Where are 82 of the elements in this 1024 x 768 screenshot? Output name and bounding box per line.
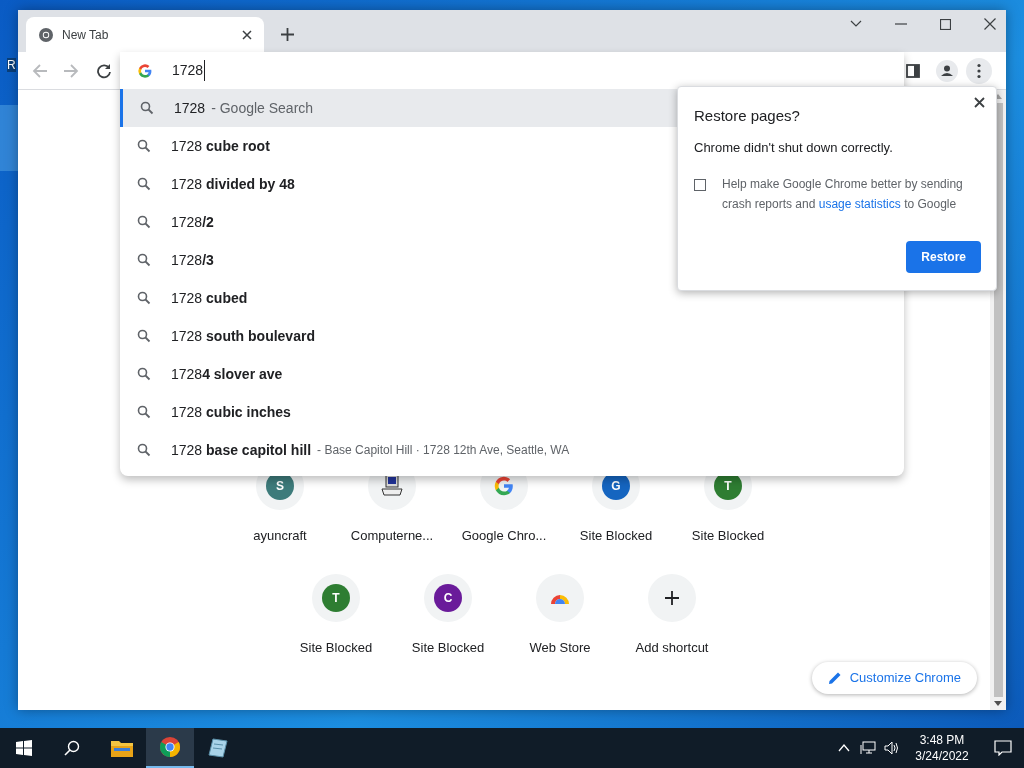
checkbox-label: Help make Google Chrome better by sending crash reports and usage statistics to Google	[722, 176, 964, 213]
clock-date[interactable]: 3/24/2022	[915, 748, 969, 764]
search-icon[interactable]	[64, 740, 80, 756]
suggestion-text: 1728/3	[171, 250, 214, 270]
customize-chrome-button[interactable]: Customize Chrome	[811, 662, 977, 694]
tab-title: New Tab	[62, 26, 110, 44]
suggestion-text: 1728 base capitol hill	[171, 440, 312, 460]
shortcut-label: Google Chro...	[461, 527, 547, 545]
chrome-icon	[159, 736, 181, 758]
shortcut-label: Site Blocked	[411, 639, 485, 657]
scroll-down-arrow-icon[interactable]	[994, 701, 1002, 706]
search-icon	[137, 367, 151, 381]
google-logo-icon	[137, 62, 153, 79]
pencil-icon	[827, 671, 842, 685]
search-icon	[137, 405, 151, 419]
notification-icon[interactable]	[994, 740, 1012, 756]
shortcut-tile[interactable]	[536, 574, 584, 622]
shortcut-label: Web Store	[529, 639, 591, 657]
search-icon	[137, 177, 151, 191]
shortcut-label: Site Blocked	[299, 639, 373, 657]
close-icon[interactable]	[974, 97, 985, 108]
suggestion-detail: - Google Search	[211, 98, 314, 118]
shortcut-tile[interactable]: T	[312, 574, 360, 622]
side-panel-icon[interactable]	[906, 63, 920, 78]
suggestion-row[interactable]: 17284 slover ave	[120, 355, 904, 393]
search-icon	[137, 291, 151, 305]
profile-icon[interactable]	[936, 59, 958, 82]
computer-icon	[379, 473, 405, 499]
menu-icon[interactable]	[966, 57, 992, 84]
suggestion-row[interactable]: 1728 cubic inches	[120, 393, 904, 431]
desktop-icon-label: R	[7, 58, 16, 72]
suggestion-detail: - Base Capitol Hill · 1728 12th Ave, Seattle, WA	[317, 442, 570, 459]
close-icon[interactable]	[242, 29, 252, 40]
tab-search-icon[interactable]	[850, 20, 862, 28]
search-icon	[137, 329, 151, 343]
dialog-title: Restore pages?	[694, 106, 801, 126]
checkbox[interactable]	[694, 179, 706, 191]
notepad-icon	[207, 737, 229, 759]
reload-icon[interactable]	[96, 62, 112, 79]
shortcut-label: Site Blocked	[691, 527, 765, 545]
shortcut-label: ayuncraft	[253, 527, 307, 545]
shortcut-label: Computerne...	[350, 527, 434, 545]
new-tab-icon[interactable]	[281, 28, 294, 41]
chevron-up-icon[interactable]	[838, 744, 850, 752]
site-letter-icon: T	[322, 584, 350, 612]
browser-tab[interactable]: New Tab	[26, 17, 264, 52]
suggestion-text: 1728	[174, 98, 206, 118]
suggestion-text: 1728 cubic inches	[171, 402, 291, 422]
suggestion-text: 1728 south boulevard	[171, 326, 315, 346]
suggestion-text: 1728 cube root	[171, 136, 270, 156]
usage-statistics-link[interactable]: usage statistics	[818, 197, 901, 211]
maximize-icon[interactable]	[940, 18, 951, 30]
suggestion-text: 17284 slover ave	[171, 364, 283, 384]
suggestion-row[interactable]: 1728 south boulevard	[120, 317, 904, 355]
windows-start-icon[interactable]	[16, 740, 32, 756]
search-icon	[137, 443, 151, 457]
suggestion-text: 1728/2	[171, 212, 214, 232]
shortcut-tile[interactable]	[648, 574, 696, 622]
folder-icon	[110, 738, 134, 758]
search-icon	[137, 139, 151, 153]
chrome-logo-icon	[38, 26, 54, 43]
site-letter-icon: C	[434, 584, 462, 612]
suggestion-row[interactable]: 1728 cubed	[120, 279, 904, 317]
suggestion-text: 1728 divided by 48	[171, 174, 295, 194]
search-icon	[137, 215, 151, 229]
plus-icon	[664, 590, 680, 606]
shortcut-label: Site Blocked	[579, 527, 653, 545]
search-icon	[140, 101, 154, 115]
clock-time[interactable]: 3:48 PM	[919, 732, 965, 748]
network-icon[interactable]	[860, 741, 876, 755]
address-text: 1728	[172, 60, 206, 81]
taskbar-app-button[interactable]	[146, 728, 194, 768]
restore-button[interactable]: Restore	[906, 241, 981, 273]
address-field[interactable]: 1728	[120, 52, 904, 89]
dialog-message: Chrome didn't shut down correctly.	[694, 138, 894, 157]
shortcut-tile[interactable]: C	[424, 574, 472, 622]
shortcut-label: Add shortcut	[635, 639, 709, 657]
close-icon[interactable]	[984, 18, 996, 30]
search-icon	[137, 253, 151, 267]
google-logo-icon	[493, 475, 515, 497]
volume-icon[interactable]	[884, 741, 900, 755]
suggestion-text: 1728 cubed	[171, 288, 248, 308]
